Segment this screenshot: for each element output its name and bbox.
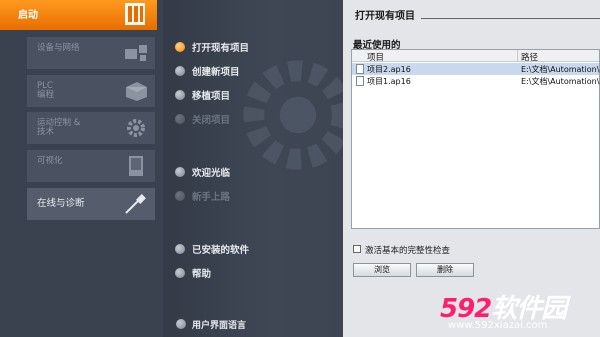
title-divider bbox=[421, 18, 600, 19]
column-header-path[interactable]: 路径 bbox=[521, 51, 538, 63]
project-name: 项目2.ap16 bbox=[367, 65, 411, 74]
tile-label: 运动控制 & 技术 bbox=[37, 118, 81, 137]
bullet-icon bbox=[175, 66, 185, 76]
panel-title: 打开现有项目 bbox=[355, 11, 415, 22]
column-divider[interactable] bbox=[517, 50, 518, 62]
portal-tile-devices-network[interactable]: 设备与网络 bbox=[27, 37, 155, 69]
portal-tile-plc-programming[interactable]: PLC 编程 bbox=[27, 75, 155, 107]
bullet-icon bbox=[175, 90, 185, 100]
action-label: 新手上路 bbox=[192, 192, 231, 203]
action-label: 关闭项目 bbox=[192, 115, 231, 126]
portal-tile-motion-control[interactable]: 运动控制 & 技术 bbox=[27, 112, 155, 144]
delete-button[interactable]: 删除 bbox=[416, 263, 474, 277]
column-header-project[interactable]: 项目 bbox=[367, 51, 384, 63]
project-file-icon bbox=[356, 64, 364, 74]
tile-label: 在线与诊断 bbox=[37, 198, 85, 209]
globe-icon bbox=[176, 319, 186, 329]
motion-control-gear-icon bbox=[127, 119, 145, 137]
bullet-icon bbox=[175, 167, 185, 177]
bullet-icon bbox=[175, 114, 185, 124]
integrity-check-checkbox[interactable] bbox=[353, 245, 361, 253]
portal-tile-visualization[interactable]: 可视化 bbox=[27, 150, 155, 182]
action-label: 帮助 bbox=[192, 269, 212, 280]
visualization-panel-icon bbox=[129, 156, 143, 176]
project-file-icon bbox=[356, 76, 364, 86]
portal-actions-column: 打开现有项目 创建新项目 移植项目 关闭项目 欢迎光临 新手上路 已安装的软件 … bbox=[163, 0, 353, 337]
table-header: 项目 路径 bbox=[352, 50, 599, 63]
tile-label: 设备与网络 bbox=[37, 43, 80, 53]
recent-projects-table[interactable]: 项目 路径 项目2.ap16 E:\文档\Automation\项 项目1.ap… bbox=[351, 49, 600, 229]
tile-label: PLC 编程 bbox=[37, 81, 55, 100]
project-name: 项目1.ap16 bbox=[367, 77, 411, 86]
bullet-icon bbox=[175, 191, 185, 201]
bullet-icon bbox=[175, 42, 185, 52]
devices-network-icon bbox=[125, 45, 147, 61]
browse-button[interactable]: 浏览 bbox=[353, 263, 411, 277]
online-diagnostics-probe-icon bbox=[125, 194, 146, 214]
plc-programming-icon bbox=[126, 82, 147, 101]
bullet-icon bbox=[175, 268, 185, 278]
action-label: 创建新项目 bbox=[192, 67, 240, 78]
bullet-icon bbox=[175, 244, 185, 254]
portal-tile-online-diagnostics[interactable]: 在线与诊断 bbox=[27, 188, 155, 220]
table-row[interactable]: 项目2.ap16 E:\文档\Automation\项 bbox=[352, 63, 600, 75]
start-label: 启动 bbox=[18, 10, 38, 21]
portal-view-sidebar: 启动 设备与网络 PLC 编程 运动控制 & 技术 可视化 在线与诊断 bbox=[0, 0, 163, 337]
action-label: 打开现有项目 bbox=[192, 43, 250, 54]
action-label: 移植项目 bbox=[192, 91, 231, 102]
portal-start-icon bbox=[125, 3, 145, 25]
table-row[interactable]: 项目1.ap16 E:\文档\Automation\项 bbox=[352, 75, 600, 87]
open-project-panel: 打开现有项目 最近使用的 项目 路径 项目2.ap16 E:\文档\Automa… bbox=[343, 0, 600, 337]
integrity-check-label: 激活基本的完整性检查 bbox=[365, 246, 451, 256]
action-label: 欢迎光临 bbox=[192, 168, 231, 179]
project-path: E:\文档\Automation\项 bbox=[521, 77, 600, 86]
action-label: 已安装的软件 bbox=[192, 245, 250, 256]
project-path: E:\文档\Automation\项 bbox=[521, 65, 600, 74]
language-label: 用户界面语言 bbox=[192, 321, 247, 331]
portal-start-tile[interactable]: 启动 bbox=[0, 0, 157, 30]
tile-label: 可视化 bbox=[37, 156, 63, 166]
watermark-url: www.592xiazai.com bbox=[448, 320, 548, 331]
site-watermark-logo: 592软件园 www.592xiazai.com bbox=[440, 288, 600, 337]
